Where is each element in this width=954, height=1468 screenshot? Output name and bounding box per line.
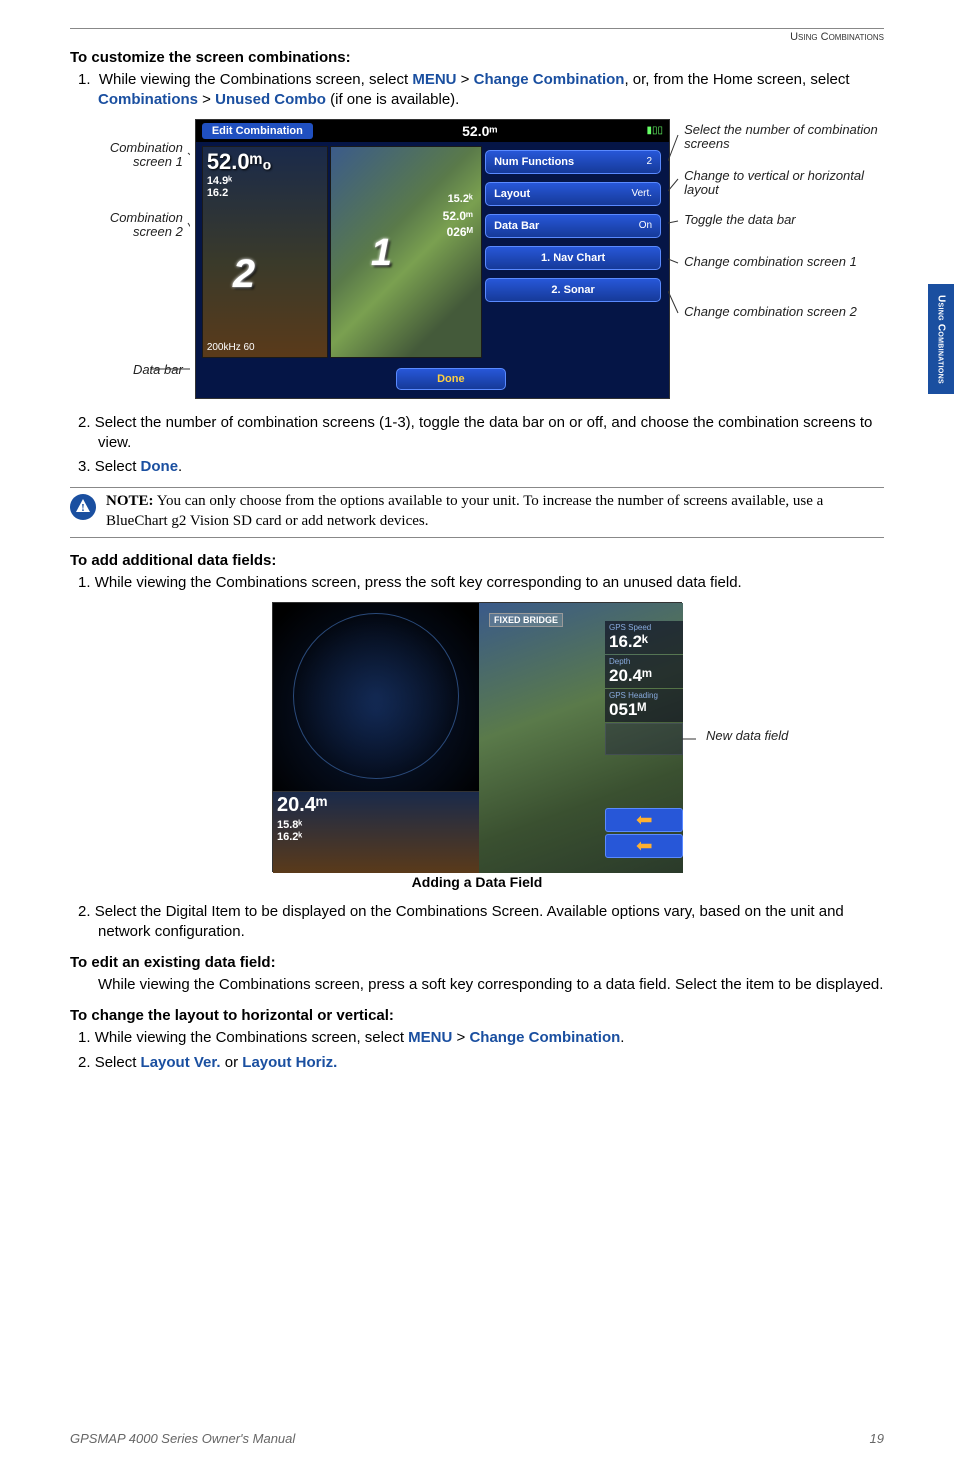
radar-sweep (293, 613, 459, 779)
step-text: While viewing the Combinations screen, s… (98, 71, 850, 108)
preview-navchart: 15.2ᵏ 52.0ᵐ 026ᴹ 1 (330, 146, 482, 358)
figure-caption: Adding a Data Field (70, 874, 884, 890)
callout-toggle-databar: Toggle the data bar (684, 213, 796, 228)
label-fixed-bridge: FIXED BRIDGE (489, 613, 563, 627)
side-tab: Using Combinations (928, 284, 954, 394)
data-field-depth[interactable]: Depth 20.4ᵐ (605, 655, 683, 688)
diagram-add-data-field: 20.4ᵐ 15.8ᵏ 16.2ᵏ FIXED BRIDGE GPS Speed… (70, 602, 884, 872)
data-field-empty[interactable] (605, 723, 683, 755)
note-text: NOTE: You can only choose from the optio… (106, 492, 884, 531)
titlebar-depth: 52.0ᵐ (462, 123, 497, 139)
data-field-gps-heading[interactable]: GPS Heading 051ᴹ (605, 689, 683, 722)
btn-done[interactable]: Done (396, 368, 506, 390)
menu-buttons: Num Functions 2 Layout Vert. Data Bar On… (485, 150, 661, 310)
page-footer: GPSMAP 4000 Series Owner's Manual 19 (70, 1431, 884, 1446)
btn-screen2-sonar[interactable]: 2. Sonar (485, 278, 661, 302)
heading-edit-field: To edit an existing data field: (70, 954, 884, 971)
note-icon (70, 494, 96, 520)
callouts-right: Select the number of combination screens… (676, 119, 884, 399)
softkey-1[interactable] (605, 808, 683, 832)
signal-icon: ▮▯▯ (647, 125, 664, 136)
btn-num-functions[interactable]: Num Functions 2 (485, 150, 661, 174)
callout-numscreens: Select the number of combination screens (684, 123, 884, 153)
step-7: 1. While viewing the Combinations screen… (74, 1028, 884, 1048)
step-num: 1. (78, 71, 91, 88)
titlebar: Edit Combination 52.0ᵐ ▮▯▯ (196, 120, 669, 142)
btn-data-bar[interactable]: Data Bar On (485, 214, 661, 238)
panel-chart: FIXED BRIDGE GPS Speed 16.2ᵏ Depth 20.4ᵐ… (479, 603, 683, 873)
softkey-2[interactable] (605, 834, 683, 858)
running-header: Using Combinations (70, 31, 884, 43)
step-3: 3. Select Done. (74, 457, 884, 477)
heading-change-layout: To change the layout to horizontal or ve… (70, 1007, 884, 1024)
callout-change-s2: Change combination screen 2 (684, 305, 857, 320)
diagram-edit-combination: Combination screen 1 Combination screen … (70, 119, 884, 399)
step-1: 1. While viewing the Combinations screen… (74, 70, 884, 111)
step-2: 2. Select the number of combination scre… (74, 413, 884, 454)
footer-title: GPSMAP 4000 Series Owner's Manual (70, 1431, 295, 1446)
data-fields-column: GPS Speed 16.2ᵏ Depth 20.4ᵐ GPS Heading … (605, 621, 683, 858)
preview-sonar: 52.0ᵐ₀ 14.9ᵏ 16.2 2 200kHz 60 (202, 146, 328, 358)
btn-layout[interactable]: Layout Vert. (485, 182, 661, 206)
callout-vertlayout: Change to vertical or horizontal layout (684, 169, 884, 199)
page-number: 19 (870, 1431, 884, 1446)
preview-area: 52.0ᵐ₀ 14.9ᵏ 16.2 2 200kHz 60 15.2ᵏ 52.0… (202, 146, 482, 358)
header-rule (70, 28, 884, 29)
step-6: While viewing the Combinations screen, p… (74, 975, 884, 995)
callout-change-s1: Change combination screen 1 (684, 255, 857, 270)
data-field-gps-speed[interactable]: GPS Speed 16.2ᵏ (605, 621, 683, 654)
screenshot-edit-combination: Edit Combination 52.0ᵐ ▮▯▯ 52.0ᵐ₀ 14.9ᵏ … (195, 119, 670, 399)
step-4: 1. While viewing the Combinations screen… (74, 573, 884, 593)
sonar-mini: 20.4ᵐ 15.8ᵏ 16.2ᵏ (273, 791, 479, 873)
step-8: 2. Select Layout Ver. or Layout Horiz. (74, 1053, 884, 1073)
panel-radar-sonar: 20.4ᵐ 15.8ᵏ 16.2ᵏ (273, 603, 479, 873)
step-5: 2. Select the Digital Item to be display… (74, 902, 884, 943)
btn-screen1-navchart[interactable]: 1. Nav Chart (485, 246, 661, 270)
heading-add-fields: To add additional data fields: (70, 552, 884, 569)
callout-new-data-field: New data field (706, 728, 788, 743)
heading-customize: To customize the screen combinations: (70, 49, 884, 66)
note-box: NOTE: You can only choose from the optio… (70, 487, 884, 538)
screenshot-combinations: 20.4ᵐ 15.8ᵏ 16.2ᵏ FIXED BRIDGE GPS Speed… (272, 602, 682, 872)
titlebar-title: Edit Combination (202, 123, 313, 139)
callouts-left: Combination screen 1 Combination screen … (70, 119, 189, 399)
